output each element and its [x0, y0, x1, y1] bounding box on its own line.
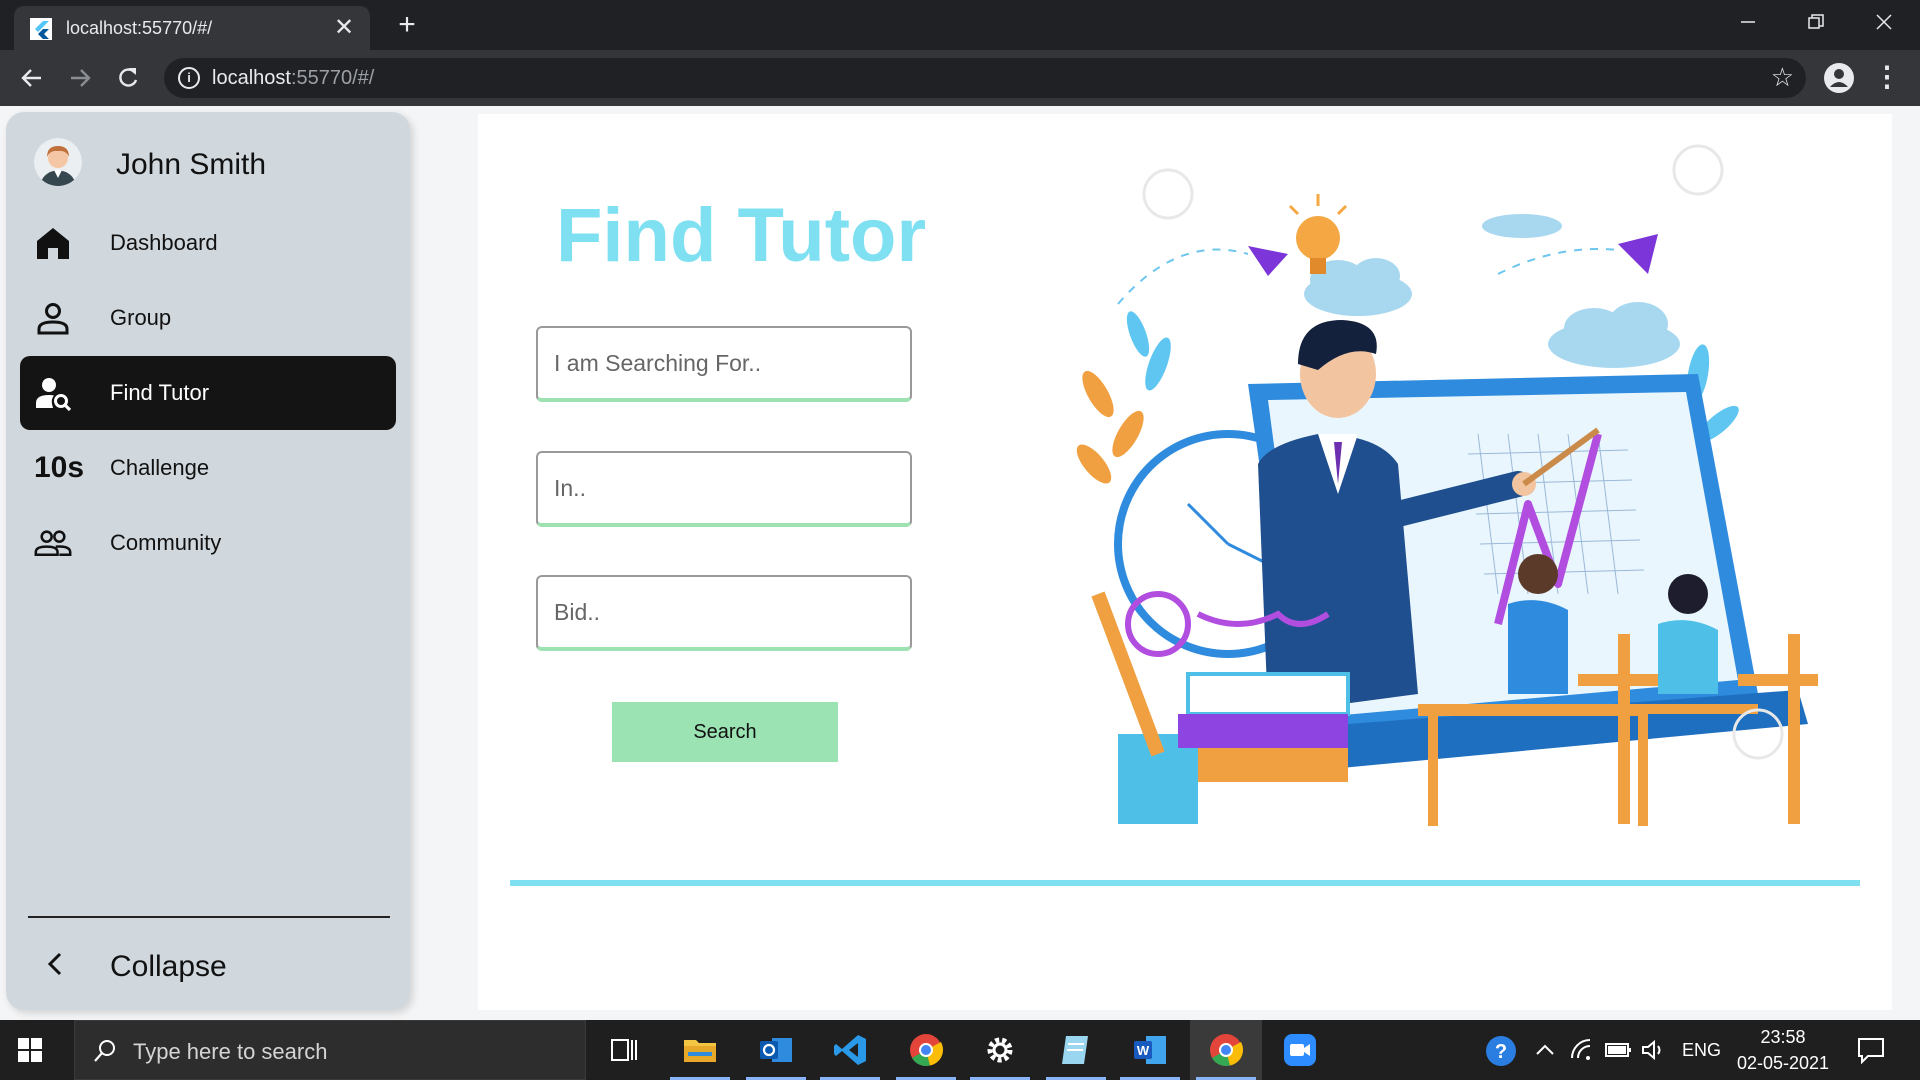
taskbar-clock[interactable]: 23:58 02-05-2021: [1728, 1024, 1838, 1076]
chrome-icon[interactable]: [890, 1020, 962, 1080]
sidebar-item-label: Challenge: [110, 455, 210, 480]
sidebar-item-label: Find Tutor: [110, 380, 210, 405]
sidebar-item-label: Community: [110, 530, 222, 555]
taskbar-search-placeholder: Type here to search: [133, 1039, 328, 1064]
wifi-icon[interactable]: [1570, 1038, 1596, 1062]
search-for-field[interactable]: [536, 326, 912, 402]
window-close-icon[interactable]: [1854, 0, 1914, 44]
reload-icon[interactable]: [112, 62, 144, 94]
new-tab-button[interactable]: +: [390, 8, 424, 42]
search-for-input[interactable]: [538, 328, 910, 398]
sidebar-item-group[interactable]: Group: [20, 281, 396, 355]
sidebar: John Smith Dashboard Group Find Tutor 10…: [6, 112, 410, 1010]
bid-input[interactable]: [538, 577, 910, 647]
location-input[interactable]: [538, 453, 910, 523]
person-search-icon: [36, 378, 72, 412]
sidebar-item-community[interactable]: Community: [20, 506, 396, 580]
user-name: John Smith: [116, 148, 267, 181]
help-icon[interactable]: ?: [1484, 1034, 1518, 1068]
sidebar-item-dashboard[interactable]: Dashboard: [20, 206, 396, 280]
find-tutor-card: Find Tutor Search: [478, 114, 1892, 1010]
site-info-icon[interactable]: i: [178, 67, 200, 89]
collapse-button[interactable]: Collapse: [20, 934, 396, 998]
home-icon: [37, 228, 69, 259]
tab-title: localhost:55770/#/: [66, 18, 213, 38]
tab-strip: localhost:55770/#/ ✕ +: [0, 0, 1920, 50]
sidebar-item-challenge[interactable]: 10s Challenge: [20, 431, 396, 505]
timer-10s-icon: 10s: [34, 451, 85, 484]
settings-icon[interactable]: [964, 1020, 1036, 1080]
outlook-icon[interactable]: [740, 1020, 812, 1080]
windows-start-icon[interactable]: [16, 1036, 44, 1064]
person-icon: [37, 303, 69, 335]
user-profile[interactable]: John Smith: [34, 138, 394, 188]
zoom-icon[interactable]: [1264, 1020, 1336, 1080]
svg-text:W: W: [1137, 1043, 1150, 1058]
location-field[interactable]: [536, 451, 912, 527]
browser-menu-icon[interactable]: ⋮: [1872, 60, 1902, 96]
avatar: [34, 138, 82, 186]
browser-toolbar: i localhost:55770/#/ ☆ ⋮: [0, 50, 1920, 106]
battery-icon[interactable]: [1604, 1040, 1632, 1060]
chrome-icon[interactable]: [1190, 1020, 1262, 1080]
collapse-label: Collapse: [110, 950, 227, 983]
flutter-favicon-icon: [30, 18, 52, 40]
url-text[interactable]: localhost:55770/#/: [212, 67, 374, 90]
bid-field[interactable]: [536, 575, 912, 651]
address-bar[interactable]: i localhost:55770/#/ ☆: [164, 58, 1806, 98]
notepad-icon[interactable]: [1040, 1020, 1112, 1080]
forward-icon[interactable]: [64, 62, 96, 94]
minimize-icon[interactable]: [1718, 0, 1778, 44]
tab-close-icon[interactable]: ✕: [330, 14, 358, 42]
word-icon[interactable]: W: [1114, 1020, 1186, 1080]
sidebar-item-label: Group: [110, 305, 172, 330]
language-indicator[interactable]: ENG: [1682, 1040, 1721, 1080]
windows-taskbar: Type here to search W ? ENG 23:58 02-05-…: [0, 1020, 1920, 1080]
tutor-illustration: [1076, 144, 1818, 826]
app-page: John Smith Dashboard Group Find Tutor 10…: [0, 106, 1920, 1020]
svg-text:?: ?: [1495, 1041, 1507, 1063]
people-icon: [34, 530, 72, 557]
clock-date: 02-05-2021: [1736, 1053, 1830, 1073]
browser-tab[interactable]: localhost:55770/#/ ✕: [14, 6, 370, 50]
task-view-icon[interactable]: [588, 1020, 660, 1080]
restore-icon[interactable]: [1786, 0, 1846, 44]
sidebar-item-find-tutor[interactable]: Find Tutor: [20, 356, 396, 430]
clock-time: 23:58: [1760, 1027, 1806, 1047]
profile-icon[interactable]: [1822, 61, 1856, 95]
search-button[interactable]: Search: [612, 702, 838, 762]
notification-icon[interactable]: [1856, 1036, 1886, 1064]
search-icon: [94, 1040, 115, 1062]
back-icon[interactable]: [16, 62, 48, 94]
bookmark-star-icon[interactable]: ☆: [1771, 62, 1794, 93]
chevron-left-icon: [47, 952, 62, 976]
chevron-up-icon[interactable]: [1534, 1040, 1556, 1060]
vscode-icon[interactable]: [814, 1020, 886, 1080]
file-explorer-icon[interactable]: [664, 1020, 736, 1080]
section-divider: [510, 880, 1860, 886]
volume-icon[interactable]: [1640, 1038, 1666, 1062]
taskbar-search-box[interactable]: Type here to search: [74, 1020, 586, 1080]
page-title: Find Tutor: [556, 193, 927, 278]
sidebar-divider: [28, 916, 390, 918]
sidebar-item-label: Dashboard: [110, 230, 218, 255]
